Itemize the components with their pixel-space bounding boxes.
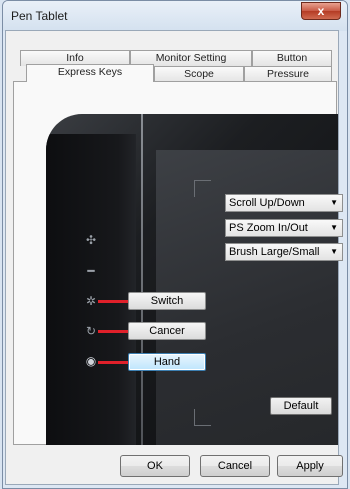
tablet-illustration (46, 114, 338, 445)
chevron-down-icon: ▼ (330, 247, 338, 256)
touch-strip-function-1-dropdown[interactable]: Scroll Up/Down ▼ (225, 194, 343, 212)
apply-button[interactable]: Apply (277, 455, 343, 477)
area-corner-top-left (194, 180, 211, 197)
express-keys-strip (46, 134, 136, 445)
cancel-button[interactable]: Cancel (200, 455, 270, 477)
express-key-switch-button[interactable]: Switch (128, 292, 206, 310)
dropdown-1-value: Scroll Up/Down (229, 197, 305, 209)
tab-express-keys[interactable]: Express Keys (26, 64, 154, 82)
connector-line-3 (98, 361, 128, 364)
tab-button[interactable]: Button (252, 50, 332, 66)
rotate-icon: ↻ (85, 324, 97, 338)
tab-row-front: Express Keys Scope Pressure (6, 64, 338, 82)
close-button[interactable]: x (301, 2, 341, 20)
zoom-out-icon: ━ (87, 264, 95, 278)
default-button[interactable]: Default (270, 397, 332, 415)
tablet-edge (141, 114, 143, 445)
connector-line-1 (98, 300, 128, 303)
dropdown-2-value: PS Zoom In/Out (229, 222, 308, 234)
touch-strip-function-3-dropdown[interactable]: Brush Large/Small ▼ (225, 243, 343, 261)
window-title: Pen Tablet (11, 9, 68, 23)
zoom-in-icon: ✣ (85, 233, 97, 247)
tab-pressure[interactable]: Pressure (244, 66, 332, 82)
ok-button[interactable]: OK (120, 455, 190, 477)
title-bar[interactable]: Pen Tablet x (3, 1, 347, 31)
touch-strip-function-2-dropdown[interactable]: PS Zoom In/Out ▼ (225, 219, 343, 237)
chevron-down-icon: ▼ (330, 198, 338, 207)
chevron-down-icon: ▼ (330, 223, 338, 232)
express-key-hand-button[interactable]: Hand (128, 353, 206, 371)
brightness-icon: ✲ (85, 294, 97, 308)
express-key-cancer-button[interactable]: Cancer (128, 322, 206, 340)
dropdown-3-value: Brush Large/Small (229, 246, 320, 258)
tab-scope[interactable]: Scope (154, 66, 244, 82)
connector-line-2 (98, 330, 128, 333)
mouse-icon: ◉ (85, 354, 97, 368)
area-corner-bottom-left (194, 409, 211, 426)
